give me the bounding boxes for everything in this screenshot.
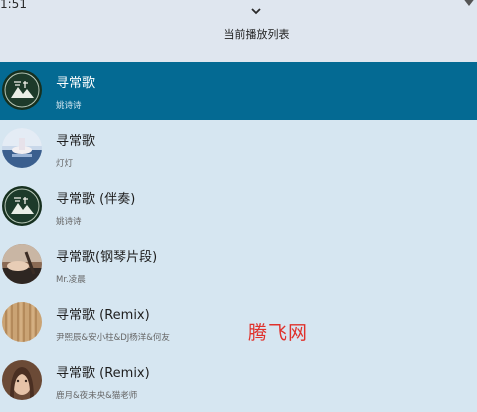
song-title: 寻常歌 (Remix) — [56, 366, 150, 381]
song-artist: 尹熙辰&安小柱&DJ杨洋&何友 — [56, 333, 170, 343]
album-cover — [2, 244, 42, 284]
album-cover — [2, 128, 42, 168]
playlist: 寻常歌 姚诗诗 寻常歌 灯灯 寻常歌 (伴奏) 姚诗诗 寻常歌(钢琴片段) Mr… — [0, 62, 477, 410]
playlist-title: 当前播放列表 — [223, 28, 290, 41]
playlist-item[interactable]: 寻常歌 (Remix) 尹熙辰&安小柱&DJ杨洋&何友 — [0, 294, 477, 352]
playlist-item[interactable]: 寻常歌 (伴奏) 姚诗诗 — [0, 178, 477, 236]
song-artist: 灯灯 — [56, 159, 74, 169]
album-cover — [2, 360, 42, 400]
status-bar: 1:51 — [0, 0, 477, 14]
song-title: 寻常歌(钢琴片段) — [56, 250, 158, 265]
song-artist: Mr.凌晨 — [56, 275, 86, 285]
playlist-item[interactable]: 寻常歌(钢琴片段) Mr.凌晨 — [0, 236, 477, 294]
song-title: 寻常歌 (Remix) — [56, 308, 150, 323]
playlist-item[interactable]: 寻常歌 姚诗诗 — [0, 62, 477, 120]
song-artist: 姚诗诗 — [56, 101, 82, 111]
playlist-item[interactable]: 寻常歌 灯灯 — [0, 120, 477, 178]
album-cover — [2, 186, 42, 226]
album-cover — [2, 70, 42, 110]
song-artist: 鹿月&夜未央&猫老师 — [56, 391, 138, 401]
song-artist: 姚诗诗 — [56, 217, 82, 227]
status-time: 1:51 — [0, 0, 27, 11]
song-title: 寻常歌 — [56, 76, 96, 91]
album-cover — [2, 302, 42, 342]
playlist-item[interactable]: 寻常歌 (Remix) 鹿月&夜未央&猫老师 — [0, 352, 477, 410]
watermark-text: 腾飞网 — [248, 322, 309, 344]
song-title: 寻常歌 — [56, 134, 96, 149]
song-title: 寻常歌 (伴奏) — [56, 192, 136, 207]
signal-icon — [464, 0, 474, 6]
